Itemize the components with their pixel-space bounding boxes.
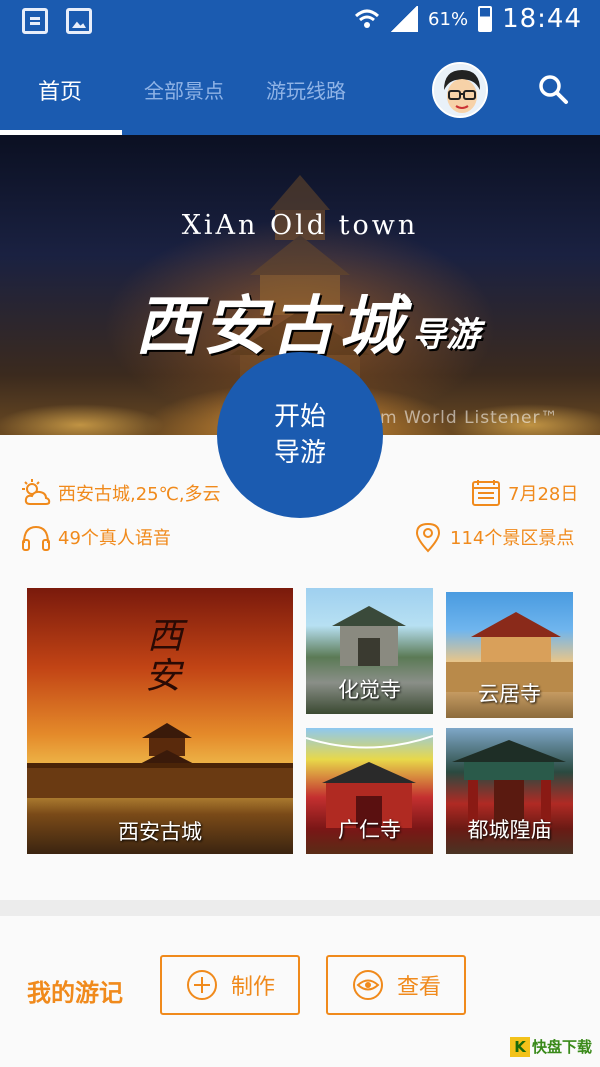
view-label: 查看	[396, 975, 441, 1000]
banner-chinese-title: 西安古城	[135, 289, 407, 364]
image-notification-icon	[66, 8, 92, 34]
date-text: 7月28日	[508, 484, 579, 505]
search-icon[interactable]	[537, 73, 569, 105]
battery-percent: 61%	[428, 8, 469, 30]
spots-text: 114个景区景点	[450, 528, 575, 549]
tile-label: 化觉寺	[338, 678, 401, 702]
voices-info: 49个真人语音	[20, 521, 171, 553]
my-travel-title: 我的游记	[27, 979, 123, 1007]
tab-home[interactable]: 首页	[38, 74, 82, 106]
start-tour-button[interactable]: 开始 导游	[217, 352, 383, 518]
watermark-text: 快盘下载	[532, 1038, 593, 1056]
voices-text: 49个真人语音	[58, 528, 171, 549]
weather-text: 西安古城,25℃,多云	[58, 484, 221, 505]
tile-label: 西安古城	[118, 820, 202, 844]
user-avatar[interactable]	[432, 62, 488, 118]
watermark-k: K	[510, 1036, 530, 1057]
app-bar: 首页 全部景点 游玩线路	[0, 43, 600, 135]
date-info: 7月28日	[470, 477, 578, 509]
svg-text:西: 西	[147, 616, 188, 657]
plus-circle-icon	[186, 970, 217, 1000]
svg-text:安: 安	[145, 656, 185, 697]
location-pin-icon	[415, 522, 441, 553]
battery-icon	[478, 6, 493, 32]
signal-icon	[390, 6, 419, 32]
wifi-icon	[354, 6, 380, 32]
status-bar: 61% 18:44	[0, 0, 600, 43]
weather-info: 西安古城,25℃,多云	[20, 477, 221, 509]
attraction-tile-xian-old-city[interactable]: 西 安 西安古城	[27, 588, 293, 854]
view-travel-notes-button[interactable]: 查看	[326, 955, 466, 1015]
tile-label: 云居寺	[478, 682, 541, 706]
eye-icon	[352, 970, 383, 1000]
partly-cloudy-icon	[22, 479, 51, 505]
attraction-tile-huajue-temple[interactable]: 化觉寺	[306, 588, 433, 714]
watermark-logo: K 快盘下载	[510, 1036, 592, 1057]
tab-all-spots[interactable]: 全部景点	[144, 75, 224, 104]
banner-credit: m World Listener™	[380, 408, 559, 428]
tab-routes[interactable]: 游玩线路	[266, 75, 346, 104]
clock: 18:44	[502, 4, 582, 34]
start-tour-line1: 开始	[273, 402, 326, 432]
banner-english-title: XiAn Old town	[181, 210, 419, 241]
spots-info: 114个景区景点	[412, 521, 574, 553]
attraction-tile-guangren-temple[interactable]: 广仁寺	[306, 728, 433, 854]
create-travel-note-button[interactable]: 制作	[160, 955, 300, 1015]
calendar-icon	[472, 480, 500, 506]
tile-label: 广仁寺	[338, 818, 401, 842]
attraction-tile-city-god-temple[interactable]: 都城隍庙	[446, 728, 573, 854]
tile-label: 都城隍庙	[467, 818, 552, 842]
create-label: 制作	[230, 975, 275, 1000]
document-notification-icon	[22, 8, 48, 34]
banner-chinese-subtitle: 导游	[412, 315, 480, 355]
headphones-icon	[22, 525, 50, 551]
attraction-tile-yunju-temple[interactable]: 云居寺	[446, 592, 573, 718]
city-wall-illustration: 西 安	[27, 616, 293, 798]
start-tour-line2: 导游	[273, 438, 326, 468]
